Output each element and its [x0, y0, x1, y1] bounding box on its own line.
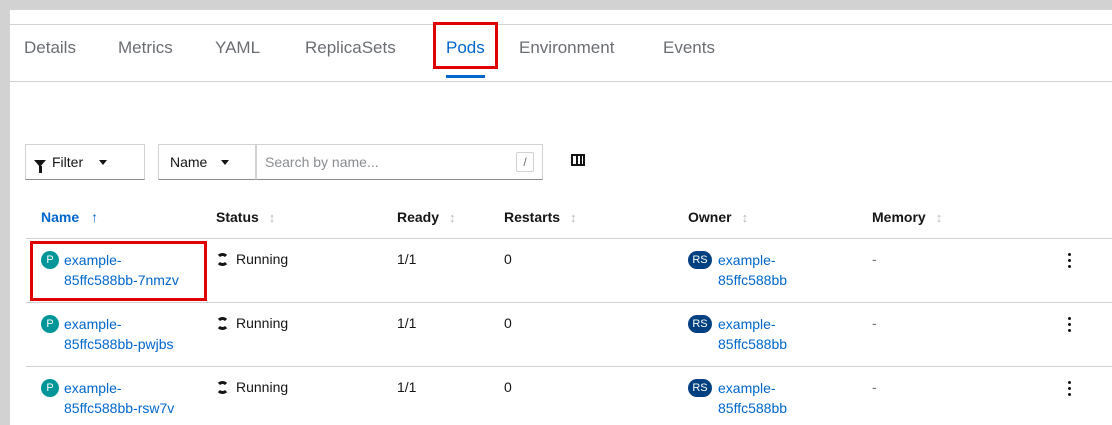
- pod-link[interactable]: example- 85ffc588bb-rsw7v: [41, 378, 174, 418]
- tab-yaml[interactable]: YAML: [215, 25, 260, 81]
- restarts-cell: 0: [504, 379, 512, 395]
- chevron-down-icon: [221, 159, 230, 165]
- ready-cell: 1/1: [397, 379, 417, 395]
- memory-cell: -: [872, 379, 877, 395]
- column-header-owner[interactable]: Owner ↕: [688, 209, 748, 225]
- tab-events[interactable]: Events: [663, 25, 715, 81]
- pod-name-line1: example-: [64, 252, 122, 268]
- restarts-cell: 0: [504, 251, 512, 267]
- column-label: Restarts: [504, 209, 561, 225]
- owner-name-line1: example-: [718, 316, 776, 332]
- kebab-menu-icon[interactable]: [1068, 381, 1072, 397]
- ready-cell: 1/1: [397, 251, 417, 267]
- pod-name-cell: P example- 85ffc588bb-pwjbs: [41, 315, 173, 354]
- table-row: P example- 85ffc588bb-7nmzv Running 1/1 …: [10, 239, 1112, 303]
- sort-icon: ↕: [268, 209, 276, 225]
- sort-icon: ↕: [741, 209, 749, 225]
- pod-name-line1: example-: [64, 380, 122, 396]
- pods-panel: Details Metrics YAML ReplicaSets Pods En…: [10, 10, 1112, 425]
- memory-cell: -: [872, 315, 877, 331]
- tab-replicasets[interactable]: ReplicaSets: [305, 25, 396, 81]
- kebab-menu-icon[interactable]: [1068, 317, 1072, 333]
- search-input[interactable]: [265, 145, 505, 179]
- name-filter-select[interactable]: Name: [158, 144, 256, 180]
- sync-icon: [216, 317, 229, 330]
- sort-icon: ↕: [449, 209, 456, 225]
- sync-icon: [216, 381, 229, 394]
- filter-label: Filter: [52, 154, 84, 170]
- owner-cell: RS example- 85ffc588bb: [688, 251, 787, 290]
- chevron-down-icon: [99, 159, 108, 165]
- table-row: P example- 85ffc588bb-rsw7v Running 1/1 …: [10, 367, 1112, 425]
- pod-badge: P: [41, 251, 59, 269]
- column-label: Owner: [688, 209, 732, 225]
- search-box: /: [256, 144, 543, 180]
- pod-link[interactable]: example- 85ffc588bb-7nmzv: [41, 250, 179, 290]
- ready-cell: 1/1: [397, 315, 417, 331]
- owner-name-line1: example-: [718, 380, 776, 396]
- owner-name-line2: 85ffc588bb: [718, 336, 788, 352]
- column-header-ready[interactable]: Ready ↕: [397, 209, 456, 225]
- tab-pods[interactable]: Pods: [446, 25, 485, 81]
- pod-name-cell: P example- 85ffc588bb-7nmzv: [41, 251, 179, 290]
- owner-name-line1: example-: [718, 252, 776, 268]
- pod-name-line2: 85ffc588bb-pwjbs: [64, 336, 174, 352]
- tab-bar: Details Metrics YAML ReplicaSets Pods En…: [10, 25, 1112, 82]
- tab-metrics[interactable]: Metrics: [118, 25, 173, 81]
- pod-name-line1: example-: [64, 316, 122, 332]
- replicaset-badge: RS: [688, 251, 712, 269]
- replicaset-badge: RS: [688, 315, 712, 333]
- manage-columns-icon[interactable]: [571, 154, 585, 166]
- replicaset-badge: RS: [688, 379, 712, 397]
- restarts-cell: 0: [504, 315, 512, 331]
- kebab-menu-icon[interactable]: [1068, 253, 1072, 269]
- owner-cell: RS example- 85ffc588bb: [688, 315, 787, 354]
- pod-badge: P: [41, 379, 59, 397]
- pod-name-cell: P example- 85ffc588bb-rsw7v: [41, 379, 174, 418]
- tab-environment[interactable]: Environment: [519, 25, 614, 81]
- column-header-status[interactable]: Status ↕: [216, 209, 275, 225]
- sync-icon: [216, 253, 229, 266]
- owner-cell: RS example- 85ffc588bb: [688, 379, 787, 418]
- owner-name-line2: 85ffc588bb: [718, 272, 788, 288]
- status-cell: Running: [216, 315, 288, 331]
- filter-button[interactable]: Filter: [25, 144, 145, 180]
- column-label: Name: [41, 209, 80, 225]
- status-cell: Running: [216, 251, 288, 267]
- column-label: Memory: [872, 209, 926, 225]
- column-label: Status: [216, 209, 259, 225]
- status-cell: Running: [216, 379, 288, 395]
- pod-name-line2: 85ffc588bb-7nmzv: [64, 272, 179, 288]
- sort-ascending-icon: ↑: [91, 209, 99, 225]
- filter-icon: [34, 159, 46, 173]
- memory-cell: -: [872, 251, 877, 267]
- column-label: Ready: [397, 209, 440, 225]
- sort-icon: ↕: [570, 209, 577, 225]
- owner-name-line2: 85ffc588bb: [718, 400, 788, 416]
- pod-name-line2: 85ffc588bb-rsw7v: [64, 400, 175, 416]
- column-header-restarts[interactable]: Restarts ↕: [504, 209, 577, 225]
- table-row: P example- 85ffc588bb-pwjbs Running 1/1 …: [10, 303, 1112, 367]
- search-shortcut-hint: /: [516, 152, 534, 172]
- name-select-label: Name: [170, 154, 208, 170]
- sort-icon: ↕: [935, 209, 943, 225]
- pod-link[interactable]: example- 85ffc588bb-pwjbs: [41, 314, 173, 354]
- column-header-name[interactable]: Name ↑: [41, 209, 98, 225]
- tab-details[interactable]: Details: [24, 25, 76, 81]
- column-header-memory[interactable]: Memory ↕: [872, 209, 942, 225]
- pod-badge: P: [41, 315, 59, 333]
